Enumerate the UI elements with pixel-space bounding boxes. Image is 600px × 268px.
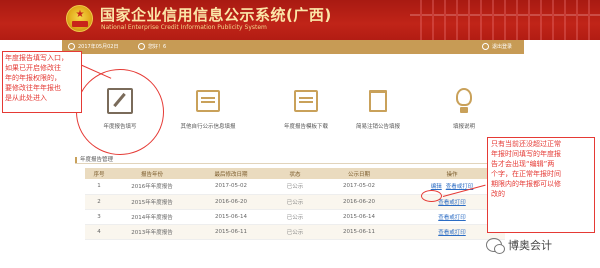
site-subtitle: National Enterprise Credit Information P… xyxy=(101,24,267,31)
annotation-line: 改的 xyxy=(491,190,505,198)
cell-status: 已公示 xyxy=(271,194,319,210)
view-print-link[interactable]: 查看或打印 xyxy=(438,230,466,236)
annual-report-table: 序号 报告年份 最后修改日期 状态 公示日期 操作 1 2016年年度报告 20… xyxy=(85,168,505,240)
cell-no: 2 xyxy=(85,194,113,210)
cell-status: 已公示 xyxy=(271,209,319,225)
annotation-line: 年的年报权限的， xyxy=(5,74,61,82)
feature-label: 填报说明 xyxy=(452,124,475,130)
annotation-line: 是从此处进入 xyxy=(5,94,47,102)
annotation-note-edit: 只有当前还没超过正常 年报时间填写的年度报 告才会出现“编辑”两 个字，在正常年… xyxy=(487,137,595,233)
feature-label: 其他自行公示信息填报 xyxy=(180,124,236,130)
cell-year: 2016年年度报告 xyxy=(113,179,191,195)
inbox-icon xyxy=(294,90,318,112)
feature-label: 简易注销公告填报 xyxy=(355,124,400,130)
table-row: 3 2014年年度报告 2015-06-14 已公示 2015-06-14 查看… xyxy=(85,209,505,225)
logout-button[interactable]: 退出登录 xyxy=(482,40,512,54)
column-header: 最后修改日期 xyxy=(191,168,271,179)
logout-icon xyxy=(482,43,489,50)
annotation-note-entry: 年度报告填写入口， 如果已开启修改往 年的年报权限的， 要修改往年年报也 是从此… xyxy=(2,51,82,113)
section-title: 年度报告管理 xyxy=(75,155,113,163)
cell-published: 2016-06-20 xyxy=(319,194,399,210)
annotation-line: 年报时间填写的年度报 xyxy=(491,150,561,158)
cell-published: 2015-06-14 xyxy=(319,209,399,225)
feature-simple-deregistration[interactable]: 简易注销公告填报 xyxy=(338,88,418,130)
annotation-line: 年度报告填写入口， xyxy=(5,54,68,62)
watermark-text: 博奥会计 xyxy=(508,239,552,252)
user-icon xyxy=(138,43,145,50)
site-header: ★ 国家企业信用信息公示系统(广西) National Enterprise C… xyxy=(0,0,600,40)
user-bar: 2017年05月02日 您好！6 退出登录 xyxy=(62,40,524,54)
section-divider xyxy=(75,163,515,164)
edit-highlight-circle xyxy=(421,190,442,202)
table-header-row: 序号 报告年份 最后修改日期 状态 公示日期 操作 xyxy=(85,168,505,179)
view-print-link[interactable]: 查看或打印 xyxy=(438,200,466,206)
feature-other-disclosure[interactable]: 其他自行公示信息填报 xyxy=(168,88,248,130)
site-title: 国家企业信用信息公示系统(广西) xyxy=(100,6,332,24)
bulb-icon xyxy=(456,88,472,106)
trash-icon xyxy=(369,90,387,112)
annotation-line: 如果已开启修改往 xyxy=(5,64,61,72)
wechat-icon xyxy=(486,238,505,254)
cell-year: 2014年年度报告 xyxy=(113,209,191,225)
cell-modified: 2015-06-14 xyxy=(191,209,271,225)
column-header: 公示日期 xyxy=(319,168,399,179)
cell-modified: 2017-05-02 xyxy=(191,179,271,195)
table-row: 1 2016年年度报告 2017-05-02 已公示 2017-05-02 编辑… xyxy=(85,179,505,195)
cell-year: 2013年年度报告 xyxy=(113,224,191,240)
annotation-line: 要修改往年年报也 xyxy=(5,84,61,92)
feature-label: 年度报告模板下载 xyxy=(283,124,328,130)
logout-label: 退出登录 xyxy=(492,44,513,50)
cell-no: 4 xyxy=(85,224,113,240)
clock-icon xyxy=(68,43,75,50)
cell-no: 1 xyxy=(85,179,113,195)
column-header: 状态 xyxy=(271,168,319,179)
cell-published: 2017-05-02 xyxy=(319,179,399,195)
date-text: 2017年05月02日 xyxy=(78,44,119,50)
annotation-line: 告才会出现“编辑”两 xyxy=(491,160,555,168)
annotation-line: 个字，在正常年报时间 xyxy=(491,170,561,178)
column-header: 序号 xyxy=(85,168,113,179)
header-decoration xyxy=(410,0,600,40)
watermark: 博奥会计 xyxy=(486,236,552,254)
national-emblem-icon: ★ xyxy=(66,5,93,32)
annotation-line: 期限内的年报都可以修 xyxy=(491,180,561,188)
feature-instructions[interactable]: 填报说明 xyxy=(424,88,504,130)
cell-status: 已公示 xyxy=(271,179,319,195)
account-text: 您好！6 xyxy=(148,44,167,50)
feature-template-download[interactable]: 年度报告模板下载 xyxy=(266,88,346,130)
table-row: 4 2013年年度报告 2015-06-11 已公示 2015-06-11 查看… xyxy=(85,224,505,240)
annotation-line: 只有当前还没超过正常 xyxy=(491,140,561,148)
cell-status: 已公示 xyxy=(271,224,319,240)
column-header: 报告年份 xyxy=(113,168,191,179)
cell-modified: 2015-06-11 xyxy=(191,224,271,240)
tray-icon xyxy=(196,90,220,112)
cell-year: 2015年年度报告 xyxy=(113,194,191,210)
cell-published: 2015-06-11 xyxy=(319,224,399,240)
account-display: 您好！6 xyxy=(138,40,166,54)
highlight-circle xyxy=(76,69,164,155)
cell-no: 3 xyxy=(85,209,113,225)
view-print-link[interactable]: 查看或打印 xyxy=(438,215,466,221)
cell-modified: 2016-06-20 xyxy=(191,194,271,210)
